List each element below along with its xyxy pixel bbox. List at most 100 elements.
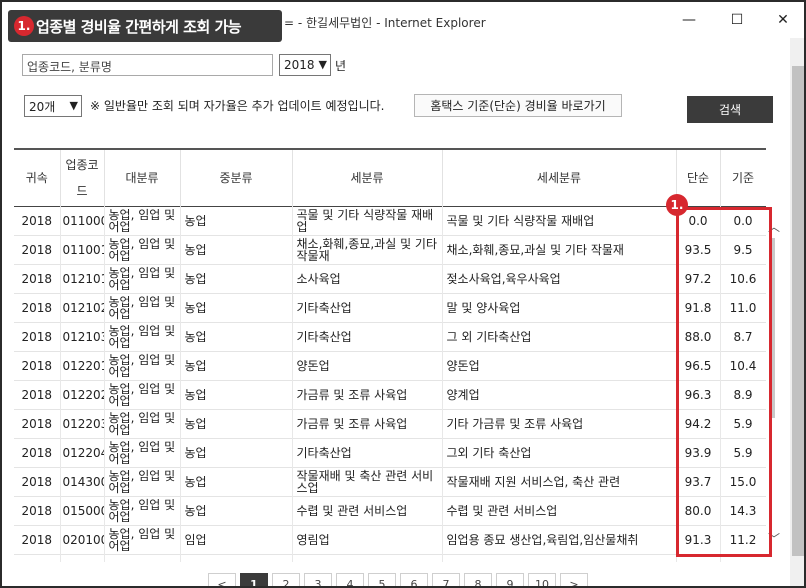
cell-year: 2018 bbox=[14, 235, 61, 264]
close-button[interactable]: ✕ bbox=[760, 6, 804, 34]
search-button[interactable]: 검색 bbox=[687, 96, 773, 123]
table-row[interactable]: 2018 011000 농업, 임업 및 어업 농업 곡물 및 기타 식량작물 재배업 곡… bbox=[14, 206, 766, 235]
cell-sub: 가금류 및 조류 사육업 bbox=[292, 409, 443, 438]
cell-detail: 작물재배 지원 서비스업, 축산 관련 bbox=[442, 467, 677, 496]
cell-major: 농업, 임업 및 어업 bbox=[104, 322, 181, 351]
search-input[interactable]: 업종코드, 분류명 bbox=[22, 54, 273, 76]
cell-mid: 농업 bbox=[180, 322, 293, 351]
table-row[interactable]: 2018 012101 농업, 임업 및 어업 농업 소사육업 젖소사육업,육우사육업 97… bbox=[14, 264, 766, 293]
cell-sub: 가금류 및 조류 사육업 bbox=[292, 380, 443, 409]
header-detail: 세세분류 bbox=[442, 150, 677, 206]
cell-detail: 그 외 기타축산업 bbox=[442, 322, 677, 351]
table-row[interactable]: 2018 012103 농업, 임업 및 어업 농업 기타축산업 그 외 기타축산업 88.… bbox=[14, 322, 766, 351]
cell-detail: 수렵 및 관련 서비스업 bbox=[442, 496, 677, 525]
year-select[interactable]: 2018 ▼ bbox=[279, 54, 331, 76]
cell-mid: 농업 bbox=[180, 235, 293, 264]
window-scroll-thumb[interactable] bbox=[792, 66, 804, 556]
cell-detail: 채소,화훼,종묘,과실 및 기타 작물재 bbox=[442, 235, 677, 264]
cell-sub: 수렵 및 관련 서비스업 bbox=[292, 496, 443, 525]
cell-year: 2018 bbox=[14, 322, 61, 351]
rate-columns-highlight bbox=[676, 207, 772, 557]
table-row[interactable]: 2018 012102 농업, 임업 및 어업 농업 기타축산업 말 및 양사육업 91.8… bbox=[14, 293, 766, 322]
cell-detail: 젖소사육업,육우사육업 bbox=[442, 264, 677, 293]
page-button[interactable]: 3 bbox=[304, 573, 332, 586]
cell-sub: 소사육업 bbox=[292, 264, 443, 293]
cell-major: 농업, 임업 및 어업 bbox=[104, 467, 181, 496]
chevron-down-icon: ▼ bbox=[318, 58, 327, 71]
maximize-button[interactable]: ☐ bbox=[714, 6, 760, 34]
table-row[interactable]: 2018 020100 농업, 임업 및 어업 임업 영림업 임업용 종묘 생산업,육림업… bbox=[14, 525, 766, 554]
cell-mid bbox=[180, 554, 293, 562]
chevron-down-icon: ▼ bbox=[69, 99, 78, 112]
cell-mid: 농업 bbox=[180, 264, 293, 293]
table-row[interactable]: 2018 012204 농업, 임업 및 어업 농업 기타축산업 그외 기타 축산업 93.… bbox=[14, 438, 766, 467]
table-row[interactable]: 2018 014300 농업, 임업 및 어업 농업 작물재배 및 축산 관련 서비스업… bbox=[14, 467, 766, 496]
cell-major: 농업, 임업 및 어업 bbox=[104, 351, 181, 380]
cell-detail: 말 및 양사육업 bbox=[442, 293, 677, 322]
cell-year: 2018 bbox=[14, 206, 61, 235]
header-mid: 중분류 bbox=[180, 150, 293, 206]
cell-year: 2018 bbox=[14, 438, 61, 467]
cell-year: 2018 bbox=[14, 409, 61, 438]
table-header: 귀속 업종코드 대분류 중분류 세분류 세세분류 단순 기준 bbox=[14, 150, 766, 206]
cell-mid: 농업 bbox=[180, 409, 293, 438]
page-button[interactable]: 8 bbox=[464, 573, 492, 586]
table-row[interactable]: 2018 011001 농업, 임업 및 어업 농업 채소,화훼,종묘,과실 및 기타 … bbox=[14, 235, 766, 264]
page-button[interactable]: 1 bbox=[240, 573, 268, 586]
cell-sub: 기타축산업 bbox=[292, 438, 443, 467]
cell-detail: 곡물 및 기타 식량작물 재배업 bbox=[442, 206, 677, 235]
window-scrollbar[interactable] bbox=[790, 38, 804, 586]
year-suffix-label: 년 bbox=[335, 59, 347, 73]
table-row[interactable]: 농업, 임업 bbox=[14, 554, 766, 562]
cell-detail: 기타 가금류 및 조류 사육업 bbox=[442, 409, 677, 438]
cell-code: 012203 bbox=[60, 409, 105, 438]
cell-code: 020100 bbox=[60, 525, 105, 554]
notice-text: ※ 일반율만 조회 되며 자가율은 추가 업데이트 예정입니다. bbox=[90, 99, 385, 113]
cell-sub: 양돈업 bbox=[292, 351, 443, 380]
cell-sub: 기타축산업 bbox=[292, 322, 443, 351]
cell-major: 농업, 임업 및 어업 bbox=[104, 438, 181, 467]
page-button[interactable]: 4 bbox=[336, 573, 364, 586]
header-code: 업종코드 bbox=[60, 150, 105, 206]
cell-year: 2018 bbox=[14, 525, 61, 554]
feature-callout: 1. 업종별 경비율 간편하게 조회 가능 bbox=[8, 10, 282, 42]
page-button[interactable]: 2 bbox=[272, 573, 300, 586]
cell-detail bbox=[442, 554, 677, 562]
cell-code: 012202 bbox=[60, 380, 105, 409]
prev-page-button[interactable]: < bbox=[208, 573, 236, 586]
browser-window: = - 한길세무법인 - Internet Explorer — ☐ ✕ 1. … bbox=[0, 0, 806, 588]
hometax-link-button[interactable]: 홈택스 기준(단순) 경비율 바로가기 bbox=[414, 94, 622, 117]
cell-detail: 그외 기타 축산업 bbox=[442, 438, 677, 467]
cell-year: 2018 bbox=[14, 496, 61, 525]
cell-mid: 농업 bbox=[180, 438, 293, 467]
year-select-value: 2018 bbox=[284, 58, 315, 72]
cell-code: 012204 bbox=[60, 438, 105, 467]
table-row[interactable]: 2018 015000 농업, 임업 및 어업 농업 수렵 및 관련 서비스업 수렵 및 … bbox=[14, 496, 766, 525]
next-page-button[interactable]: > bbox=[560, 573, 588, 586]
table-row[interactable]: 2018 012203 농업, 임업 및 어업 농업 가금류 및 조류 사육업 기타 가금… bbox=[14, 409, 766, 438]
cell-mid: 농업 bbox=[180, 380, 293, 409]
table-row[interactable]: 2018 012202 농업, 임업 및 어업 농업 가금류 및 조류 사육업 양계업 96… bbox=[14, 380, 766, 409]
minimize-button[interactable]: — bbox=[666, 6, 712, 34]
cell-code: 015000 bbox=[60, 496, 105, 525]
page-button[interactable]: 5 bbox=[368, 573, 396, 586]
page-button[interactable]: 9 bbox=[496, 573, 524, 586]
cell-major: 농업, 임업 및 어업 bbox=[104, 293, 181, 322]
cell-major: 농업, 임업 및 어업 bbox=[104, 380, 181, 409]
cell-mid: 농업 bbox=[180, 351, 293, 380]
cell-year: 2018 bbox=[14, 467, 61, 496]
cell-code: 011000 bbox=[60, 206, 105, 235]
cell-sub: 기타축산업 bbox=[292, 293, 443, 322]
callout-text: 업종별 경비율 간편하게 조회 가능 bbox=[36, 17, 242, 36]
cell-code: 012103 bbox=[60, 322, 105, 351]
cell-sub: 채소,화훼,종묘,과실 및 기타 작물재 bbox=[292, 235, 443, 264]
table-row[interactable]: 2018 012201 농업, 임업 및 어업 농업 양돈업 양돈업 96.5 10.4 bbox=[14, 351, 766, 380]
cell-detail: 양돈업 bbox=[442, 351, 677, 380]
page-button[interactable]: 10 bbox=[528, 573, 556, 586]
cell-detail: 양계업 bbox=[442, 380, 677, 409]
cell-sub bbox=[292, 554, 443, 562]
page-button[interactable]: 7 bbox=[432, 573, 460, 586]
callout-number: 1. bbox=[14, 16, 34, 36]
page-size-select[interactable]: 20개 ▼ bbox=[24, 95, 82, 117]
page-button[interactable]: 6 bbox=[400, 573, 428, 586]
